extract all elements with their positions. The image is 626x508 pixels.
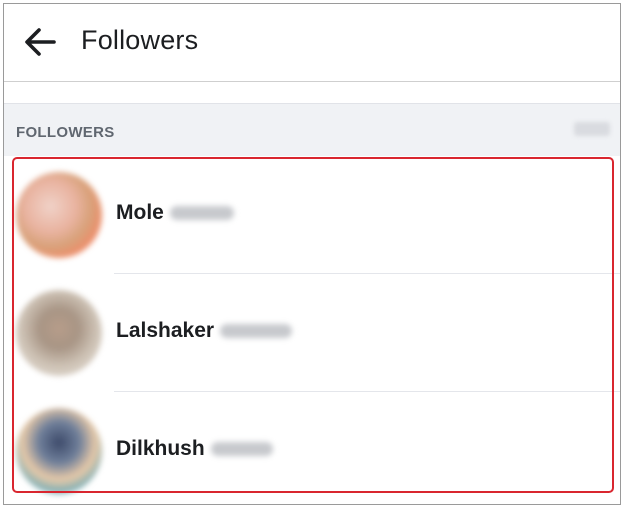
arrow-left-icon: [25, 28, 56, 56]
follower-name[interactable]: Lalshaker: [116, 319, 293, 343]
follower-row[interactable]: Mole: [4, 156, 620, 274]
follower-first-name: Dilkhush: [116, 437, 205, 460]
follower-row[interactable]: Lalshaker: [4, 274, 620, 392]
follower-first-name: Lalshaker: [116, 319, 215, 342]
followers-list: Mole Lalshaker Dilkhush: [4, 156, 620, 504]
top-app-bar: Followers: [4, 4, 620, 82]
follower-first-name: Mole: [116, 201, 164, 224]
follower-count-redacted: [574, 122, 610, 136]
page-title: Followers: [81, 25, 199, 55]
redacted-surname: [169, 206, 234, 221]
screenshot-frame: Followers FOLLOWERS Mole Lalshaker Dilkh…: [3, 3, 621, 505]
avatar[interactable]: [16, 290, 102, 376]
avatar[interactable]: [16, 172, 102, 258]
section-title: FOLLOWERS: [16, 124, 115, 141]
back-button[interactable]: [20, 22, 60, 62]
header-divider: [4, 82, 620, 104]
follower-name[interactable]: Mole: [116, 201, 234, 225]
redacted-surname: [220, 324, 293, 339]
follower-name[interactable]: Dilkhush: [116, 437, 273, 461]
section-header: FOLLOWERS: [4, 104, 620, 156]
avatar[interactable]: [16, 408, 102, 494]
redacted-surname: [210, 442, 273, 457]
follower-row[interactable]: Dilkhush: [4, 392, 620, 504]
